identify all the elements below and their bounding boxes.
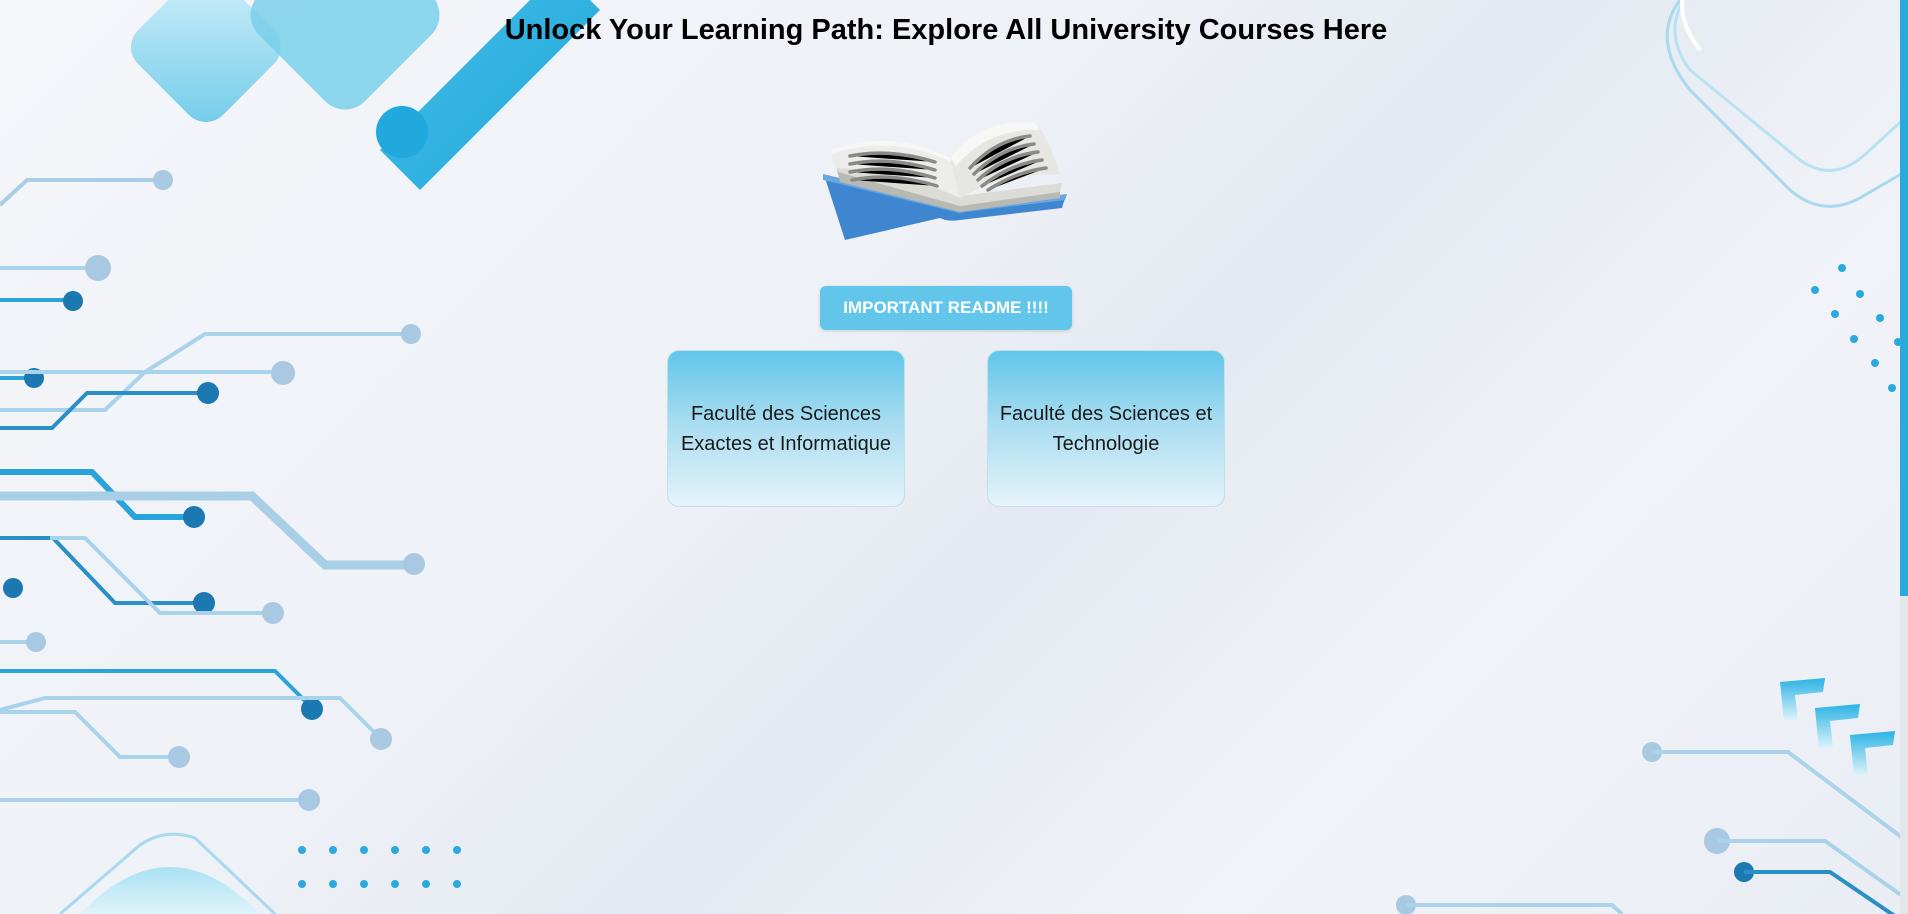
open-book-icon — [823, 121, 1067, 240]
decor-bottom-left — [59, 832, 461, 914]
scrollbar-thumb[interactable] — [1900, 0, 1908, 596]
circuit-lines-right — [1396, 742, 1908, 914]
vertical-scrollbar[interactable] — [1900, 0, 1908, 914]
important-readme-button[interactable]: IMPORTANT README !!!! — [820, 286, 1072, 330]
decor-right-chevrons — [1780, 678, 1895, 777]
faculty-card-sciences-technologie[interactable]: Faculté des Sciences et Technologie — [987, 350, 1225, 507]
page-title: Unlock Your Learning Path: Explore All U… — [504, 14, 1388, 46]
circuit-lines-left — [0, 170, 425, 811]
faculty-card-sciences-exactes-informatique[interactable]: Faculté des Sciences Exactes et Informat… — [667, 350, 905, 507]
decor-right-dots — [1811, 264, 1902, 392]
